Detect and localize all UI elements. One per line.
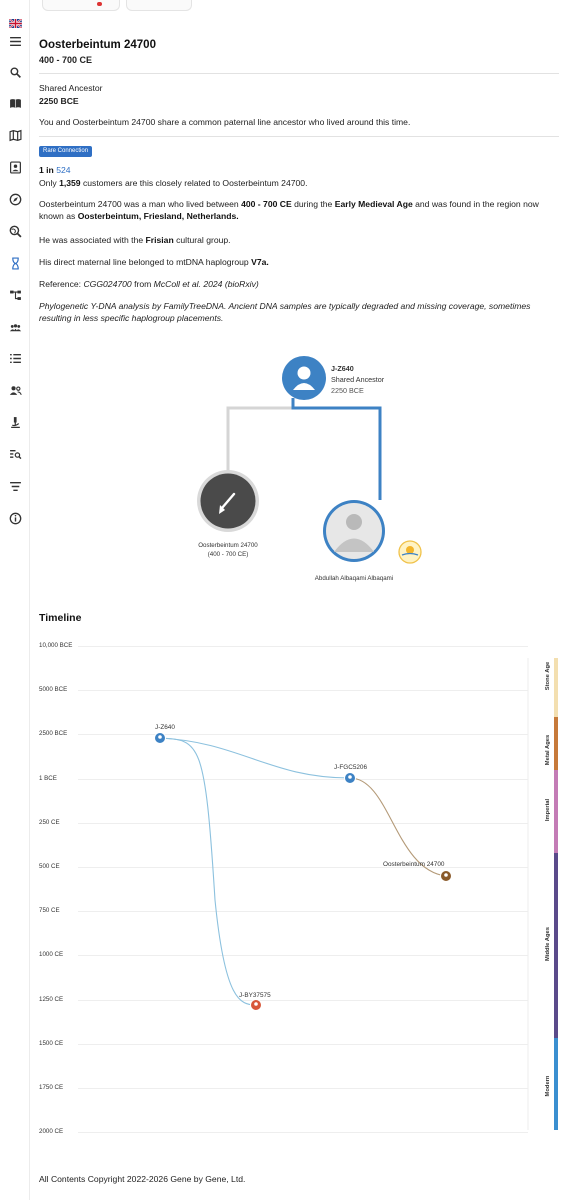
era-label: Stone Age — [545, 661, 551, 691]
era-label: Modern — [545, 1075, 551, 1097]
timeline-node-label: J-BY37575 — [239, 992, 271, 999]
era-label: Middle Ages — [545, 927, 551, 961]
timeline-node-label: J-Z640 — [155, 724, 175, 731]
era-label: Metal Ages — [545, 734, 551, 766]
timeline-node-glyph — [348, 775, 352, 779]
timeline-chart — [154, 658, 558, 1130]
timeline-node-glyph — [444, 873, 448, 877]
era-bar-segment — [554, 770, 558, 853]
timeline-node-glyph — [158, 735, 162, 739]
era-bar-segment — [554, 853, 558, 1038]
era-bar-segment — [554, 1038, 558, 1130]
timeline-node-label: J-FGC5206 — [334, 764, 368, 771]
timeline-node-label: Oosterbeintum 24700 — [383, 861, 445, 868]
era-bar-segment — [554, 658, 558, 717]
footer-copyright: All Contents Copyright 2022-2026 Gene by… — [39, 1174, 246, 1184]
timeline-node-glyph — [254, 1002, 258, 1006]
era-bar-segment — [554, 717, 558, 770]
lineage-path — [159, 737, 257, 1006]
era-label: Imperial — [545, 798, 551, 822]
